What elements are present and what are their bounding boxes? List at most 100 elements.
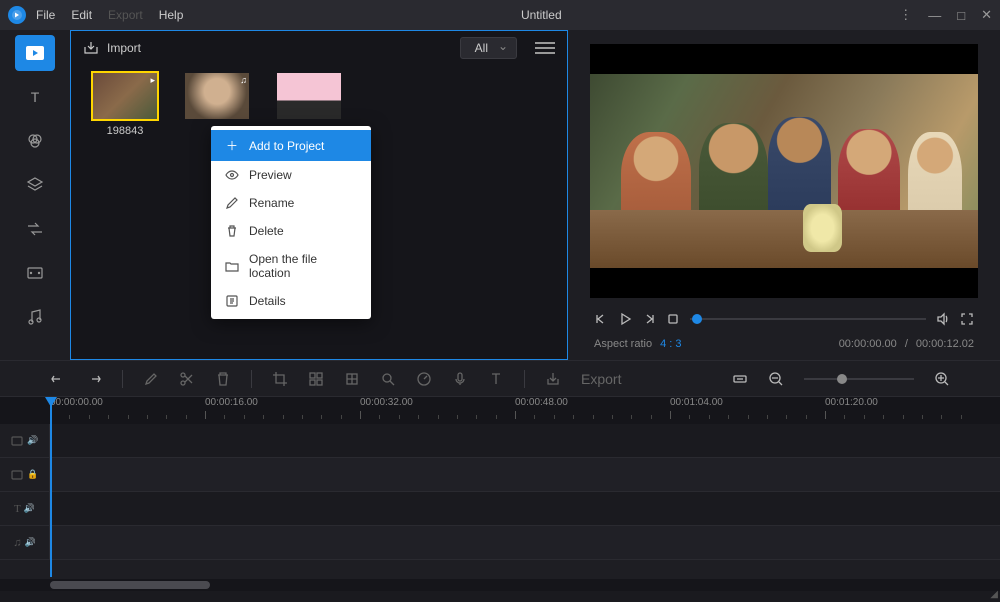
undo-button[interactable] — [50, 371, 66, 387]
freeze-button[interactable] — [344, 371, 360, 387]
preview-controls — [590, 304, 978, 334]
window-title: Untitled — [183, 8, 899, 22]
timeline-tracks: 🔊 🔒 T🔊 ♫🔊 — [0, 424, 1000, 579]
video-track[interactable]: 🔊 — [0, 424, 1000, 458]
import-icon — [83, 41, 99, 55]
pip-track[interactable]: 🔒 — [0, 458, 1000, 492]
menu-bar: File Edit Export Help — [36, 8, 183, 22]
filter-dropdown[interactable]: All — [460, 37, 517, 59]
tab-overlays[interactable] — [15, 167, 55, 203]
time-total: 00:00:12.02 — [916, 338, 974, 350]
title-bar: File Edit Export Help Untitled ⋮ — □ ✕ — [0, 0, 1000, 30]
window-controls: ⋮ — □ ✕ — [899, 7, 992, 23]
zoom-slider[interactable] — [804, 378, 914, 380]
timeline-ruler[interactable]: 00:00:00.0000:00:16.0000:00:32.0000:00:4… — [0, 396, 1000, 424]
zoom-out-button[interactable] — [768, 371, 784, 387]
next-frame-button[interactable] — [642, 312, 656, 326]
list-view-toggle[interactable] — [535, 38, 555, 58]
voiceover-button[interactable] — [452, 371, 468, 387]
prev-frame-button[interactable] — [594, 312, 608, 326]
split-button[interactable] — [179, 371, 195, 387]
audio-track[interactable]: ♫🔊 — [0, 526, 1000, 560]
stop-button[interactable] — [666, 312, 680, 326]
scrollbar-thumb[interactable] — [50, 581, 210, 589]
ruler-mark: 00:00:48.00 — [515, 397, 568, 408]
lock-icon[interactable]: 🔒 — [27, 469, 38, 480]
folder-icon — [225, 259, 239, 273]
fullscreen-button[interactable] — [960, 312, 974, 326]
ctx-open-location[interactable]: Open the file location — [211, 245, 371, 287]
ruler-mark: 00:01:20.00 — [825, 397, 878, 408]
zoom-in-button[interactable] — [934, 371, 950, 387]
media-panel: Import All ▸ 198843 ♫ 20.png ＋ Add to P — [70, 30, 568, 360]
mute-icon[interactable]: 🔊 — [25, 537, 36, 548]
close-button[interactable]: ✕ — [981, 7, 992, 23]
plus-icon: ＋ — [225, 137, 239, 154]
track-head[interactable]: 🔒 — [0, 458, 50, 491]
preview-info: Aspect ratio 4 : 3 00:00:00.00 / 00:00:1… — [590, 334, 978, 354]
left-sidebar: T — [0, 30, 70, 360]
svg-text:T: T — [31, 89, 40, 105]
time-separator: / — [905, 338, 908, 350]
ctx-add-to-project[interactable]: ＋ Add to Project — [211, 130, 371, 161]
video-badge-icon: ▸ — [150, 75, 155, 86]
speed-button[interactable] — [416, 371, 432, 387]
tab-transitions[interactable] — [15, 211, 55, 247]
track-head[interactable]: ♫🔊 — [0, 526, 50, 559]
mute-icon[interactable]: 🔊 — [24, 503, 35, 514]
mute-icon[interactable]: 🔊 — [27, 435, 38, 446]
volume-button[interactable] — [936, 312, 950, 326]
trash-icon — [225, 224, 239, 238]
tab-media[interactable] — [15, 35, 55, 71]
ctx-delete[interactable]: Delete — [211, 217, 371, 245]
timeline-toolbar: Export — [0, 360, 1000, 396]
menu-file[interactable]: File — [36, 8, 55, 22]
text-track[interactable]: T🔊 — [0, 492, 1000, 526]
tab-filters[interactable] — [15, 123, 55, 159]
minimize-button[interactable]: — — [928, 8, 941, 23]
tab-elements[interactable] — [15, 255, 55, 291]
ctx-rename[interactable]: Rename — [211, 189, 371, 217]
crop-button[interactable] — [272, 371, 288, 387]
fit-timeline-button[interactable] — [732, 371, 748, 387]
menu-help[interactable]: Help — [159, 8, 184, 22]
tab-music[interactable] — [15, 299, 55, 335]
aspect-ratio-value[interactable]: 4 : 3 — [660, 338, 681, 350]
maximize-button[interactable]: □ — [957, 8, 965, 23]
text-tool[interactable] — [488, 371, 504, 387]
app-logo — [8, 6, 26, 24]
play-button[interactable] — [618, 312, 632, 326]
info-icon — [225, 294, 239, 308]
track-head[interactable]: 🔊 — [0, 424, 50, 457]
timeline-scrollbar[interactable] — [0, 579, 1000, 591]
media-item[interactable]: ▸ 198843 — [93, 73, 157, 137]
time-current: 00:00:00.00 — [839, 338, 897, 350]
zoom-tool[interactable] — [380, 371, 396, 387]
eye-icon — [225, 168, 239, 182]
ruler-mark: 00:00:00.00 — [50, 397, 103, 408]
media-item-label: 198843 — [107, 125, 144, 137]
import-button[interactable]: Import — [107, 41, 141, 55]
music-badge-icon: ♫ — [240, 75, 247, 85]
preview-video[interactable] — [590, 44, 978, 298]
export-button[interactable]: Export — [581, 371, 621, 387]
menu-export: Export — [108, 8, 143, 22]
export-icon — [545, 371, 561, 387]
aspect-ratio-label: Aspect ratio — [594, 338, 652, 350]
ruler-mark: 00:00:16.00 — [205, 397, 258, 408]
playhead[interactable] — [50, 397, 52, 577]
ctx-preview[interactable]: Preview — [211, 161, 371, 189]
mosaic-button[interactable] — [308, 371, 324, 387]
redo-button[interactable] — [86, 371, 102, 387]
track-head[interactable]: T🔊 — [0, 492, 50, 525]
edit-tool[interactable] — [143, 371, 159, 387]
ruler-mark: 00:01:04.00 — [670, 397, 723, 408]
resize-grip[interactable]: ◢ — [990, 589, 998, 600]
delete-button[interactable] — [215, 371, 231, 387]
preview-seek-slider[interactable] — [690, 318, 926, 320]
tab-text[interactable]: T — [15, 79, 55, 115]
ctx-details[interactable]: Details — [211, 287, 371, 315]
pencil-icon — [225, 196, 239, 210]
menu-edit[interactable]: Edit — [71, 8, 92, 22]
more-icon[interactable]: ⋮ — [899, 7, 912, 23]
